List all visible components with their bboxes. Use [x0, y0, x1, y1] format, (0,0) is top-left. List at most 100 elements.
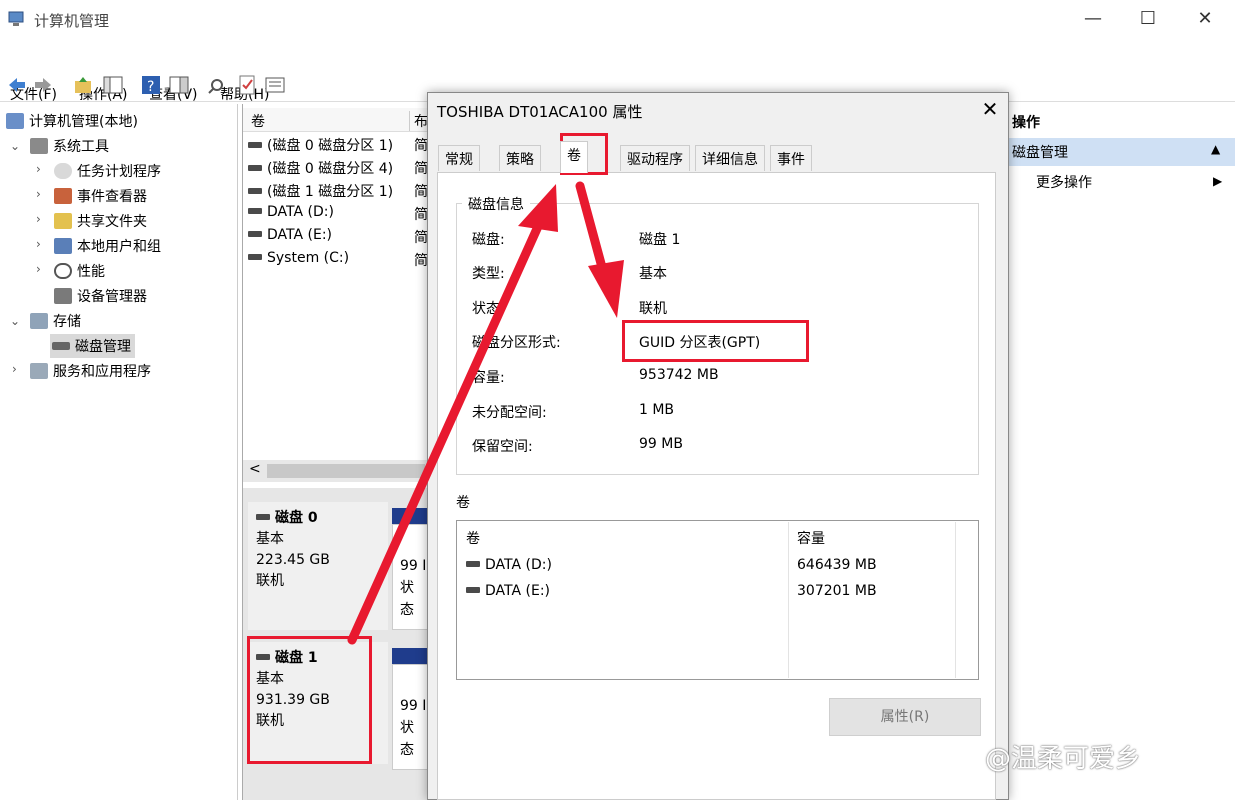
tab-driver[interactable]: 驱动程序: [620, 145, 690, 171]
performance-icon: [54, 263, 72, 279]
tree-item-local-users[interactable]: 本地用户和组: [54, 236, 161, 256]
chevron-right-icon[interactable]: ▶: [1213, 174, 1222, 188]
layout-cell: 简: [414, 207, 428, 223]
chevron-right-icon[interactable]: ›: [36, 162, 41, 176]
users-icon: [54, 238, 72, 254]
disk-0-box[interactable]: 磁盘 0 基本 223.45 GB 联机: [248, 502, 388, 630]
tab-general[interactable]: 常规: [438, 145, 480, 171]
minimize-button[interactable]: —: [1070, 5, 1116, 35]
chevron-right-icon[interactable]: ›: [36, 262, 41, 276]
column-divider: [788, 522, 789, 678]
chevron-right-icon[interactable]: ›: [12, 362, 17, 376]
chevron-right-icon[interactable]: ›: [36, 237, 41, 251]
chevron-down-icon[interactable]: ⌄: [10, 314, 20, 328]
tree-item-task-scheduler[interactable]: 任务计划程序: [54, 161, 161, 181]
actions-header: 操作: [1012, 115, 1040, 131]
partition-block[interactable]: 99 I 状态: [392, 664, 428, 770]
dialog-title: TOSHIBA DT01ACA100 属性: [437, 103, 643, 121]
list-item[interactable]: DATA (D:): [248, 204, 334, 220]
properties-list-icon[interactable]: [264, 74, 286, 96]
column-header-capacity[interactable]: 容量: [797, 528, 825, 548]
tree-item-device-manager[interactable]: 设备管理器: [54, 286, 147, 306]
actions-pane: [1008, 104, 1235, 800]
disk-icon: [52, 342, 70, 350]
table-row[interactable]: DATA (D:): [466, 557, 552, 573]
drive-icon: [466, 587, 480, 593]
column-header-layout[interactable]: 布: [409, 111, 428, 131]
tree-item-shared-folders[interactable]: 共享文件夹: [54, 211, 147, 231]
table-row[interactable]: DATA (E:): [466, 583, 550, 599]
list-item[interactable]: DATA (E:): [248, 227, 332, 243]
tree-root[interactable]: 计算机管理(本地): [6, 111, 138, 131]
column-header-volume[interactable]: 卷: [466, 528, 480, 548]
up-folder-icon[interactable]: [72, 74, 94, 96]
partition-bar: [392, 508, 428, 524]
info-label-type: 类型:: [472, 266, 505, 282]
partition-status: 状态: [400, 720, 414, 758]
maximize-button[interactable]: ☐: [1125, 5, 1171, 35]
tab-details[interactable]: 详细信息: [695, 145, 765, 171]
volume-name: (磁盘 0 磁盘分区 4): [267, 161, 394, 177]
more-actions-label: 更多操作: [1036, 175, 1092, 191]
chevron-right-icon[interactable]: ›: [36, 212, 41, 226]
drive-icon: [466, 561, 480, 567]
svg-text:?: ?: [147, 79, 154, 95]
list-item[interactable]: (磁盘 1 磁盘分区 1): [248, 181, 393, 201]
title-bar: 计算机管理 — ☐ ✕: [0, 0, 1235, 40]
properties-button[interactable]: 属性(R): [829, 698, 981, 736]
partition-status: 状态: [400, 580, 414, 618]
list-item[interactable]: (磁盘 0 磁盘分区 1): [248, 135, 393, 155]
annotation-box-disk-1: [247, 636, 372, 764]
list-item[interactable]: System (C:): [248, 250, 349, 266]
layout-cell: 简: [414, 253, 428, 269]
tab-volumes[interactable]: 卷: [560, 141, 588, 173]
tree-item-performance[interactable]: 性能: [54, 261, 105, 281]
volume-name: (磁盘 1 磁盘分区 1): [267, 184, 394, 200]
help-icon[interactable]: ?: [140, 74, 162, 96]
chevron-down-icon[interactable]: ⌄: [10, 139, 20, 153]
checklist-icon[interactable]: [236, 74, 258, 96]
info-label-reserved: 保留空间:: [472, 439, 533, 455]
show-pane-icon[interactable]: [168, 74, 190, 96]
action-disk-management[interactable]: 磁盘管理 ▲: [1008, 138, 1235, 166]
console-tree-icon[interactable]: [102, 74, 124, 96]
collapse-up-icon[interactable]: ▲: [1211, 142, 1220, 156]
tree-item-disk-management[interactable]: 磁盘管理: [50, 334, 135, 358]
forward-arrow-icon[interactable]: [32, 74, 54, 96]
disk-info-group-label: 磁盘信息: [462, 194, 530, 214]
volume-name: System (C:): [267, 250, 350, 266]
volumes-table: [456, 520, 979, 680]
chevron-right-icon[interactable]: ›: [36, 187, 41, 201]
more-actions-item[interactable]: 更多操作: [1036, 172, 1092, 192]
tree-item-services-apps[interactable]: 服务和应用程序: [30, 361, 151, 381]
drive-icon: [248, 188, 262, 194]
scroll-left-arrow[interactable]: <: [249, 461, 261, 477]
tree-item-event-viewer[interactable]: 事件查看器: [54, 186, 147, 206]
tree-item-system-tools[interactable]: 系统工具: [30, 136, 109, 156]
back-arrow-icon[interactable]: [6, 74, 28, 96]
volume-capacity: 646439 MB: [797, 557, 877, 573]
tree-item-label: 服务和应用程序: [53, 364, 151, 380]
storage-icon: [30, 313, 48, 329]
tree-root-label: 计算机管理(本地): [29, 114, 138, 130]
scroll-thumb[interactable]: [267, 464, 425, 478]
info-label-unallocated: 未分配空间:: [472, 405, 547, 421]
column-header-volume[interactable]: 卷: [251, 111, 265, 131]
tree-item-label: 设备管理器: [77, 289, 147, 305]
volume-capacity: 307201 MB: [797, 583, 877, 599]
dialog-close-button[interactable]: ✕: [975, 96, 1005, 124]
info-value-unallocated: 1 MB: [639, 402, 675, 418]
volume-list-header: 卷 布: [243, 108, 428, 132]
horizontal-scrollbar[interactable]: <: [243, 460, 428, 482]
partition-bar: [392, 648, 428, 664]
tree-item-storage[interactable]: 存储: [30, 311, 81, 331]
tab-events[interactable]: 事件: [770, 145, 812, 171]
tab-policies[interactable]: 策略: [499, 145, 541, 171]
shared-folder-icon: [54, 213, 72, 229]
close-button[interactable]: ✕: [1182, 5, 1228, 35]
connect-icon[interactable]: [206, 74, 228, 96]
list-item[interactable]: (磁盘 0 磁盘分区 4): [248, 158, 393, 178]
partition-size: 99 I: [400, 698, 427, 714]
tree-item-label: 系统工具: [53, 139, 109, 155]
partition-block[interactable]: 99 I 状态: [392, 524, 428, 630]
